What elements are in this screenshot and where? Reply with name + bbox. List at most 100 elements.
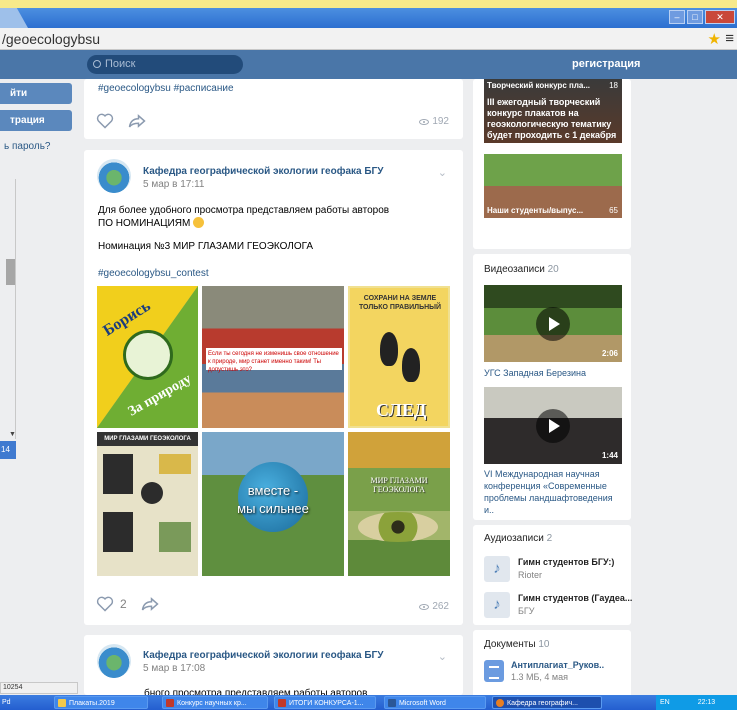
top-strip	[0, 0, 737, 8]
search-icon	[93, 60, 101, 68]
music-note-icon[interactable]: ♪	[484, 592, 510, 618]
avatar[interactable]	[97, 644, 131, 678]
tile-block	[159, 454, 191, 474]
post-tags[interactable]: #geoecologybsu #расписание	[98, 83, 234, 94]
video-title[interactable]: VI Международная научная конференция «Со…	[484, 468, 624, 516]
post-author[interactable]: Кафедра географической экологии геофака …	[143, 166, 383, 177]
status-bar: 10254	[0, 682, 78, 694]
share-icon[interactable]	[128, 114, 146, 128]
track-artist[interactable]: БГУ	[518, 606, 535, 616]
search-placeholder: Поиск	[105, 58, 136, 70]
close-button[interactable]: ✕	[705, 10, 735, 24]
taskbar-label: ИТОГИ КОНКУРСА-1...	[289, 700, 364, 707]
eye-image	[358, 512, 438, 542]
collage-image[interactable]: МИР ГЛАЗАМИ ГЕОЭКОЛОГА	[348, 432, 450, 576]
browser-menu-icon[interactable]: ≡	[725, 30, 734, 47]
document-item[interactable]: Антиплагиат_Руков.. 1.3 МБ, 4 мая	[484, 660, 624, 690]
post-date[interactable]: 5 мар в 17:11	[143, 179, 205, 190]
taskbar-item[interactable]: ИТОГИ КОНКУРСА-1...	[274, 696, 376, 709]
tile-text: СОХРАНИ НА ЗЕМЛЕ ТОЛЬКО ПРАВИЛЬНЫЙ	[358, 295, 442, 311]
video-thumbnail[interactable]: 2:06	[484, 285, 622, 362]
collage-image[interactable]: Борись За природу	[97, 286, 198, 428]
taskbar-item[interactable]: Плакаты.2019	[54, 696, 148, 709]
post-text-span: ПО НОМИНАЦИЯМ	[98, 218, 191, 229]
taskbar-item[interactable]: Кафедра географич...	[492, 696, 602, 709]
section-title: Документы	[484, 639, 536, 650]
taskbar-label: Конкурс научных кр...	[177, 700, 247, 707]
audio-track[interactable]: ♪ Гимн студентов (Гаудеа... БГУ	[484, 592, 632, 620]
minimize-button[interactable]: ‒	[669, 10, 685, 24]
music-note-icon[interactable]: ♪	[484, 556, 510, 582]
post-tags[interactable]: #geoecologybsu_contest	[98, 267, 209, 280]
eye-icon	[419, 603, 430, 610]
taskbar-item[interactable]: Microsoft Word	[384, 696, 486, 709]
post-actions: 2	[96, 596, 159, 612]
window-controls: ‒ □ ✕	[669, 10, 735, 24]
section-title: Видеозаписи	[484, 264, 545, 275]
word-icon	[388, 699, 396, 707]
post-actions	[96, 113, 146, 129]
views-count: 262	[432, 601, 449, 612]
footprint-icon	[402, 348, 420, 382]
videos-header[interactable]: Видеозаписи 20	[484, 264, 559, 275]
document-icon	[484, 660, 504, 682]
video-thumbnail[interactable]: 1:44	[484, 387, 622, 464]
post-author[interactable]: Кафедра географической экологии геофака …	[143, 650, 383, 661]
photo-album[interactable]: III ежегодный творческий конкурс плакато…	[484, 79, 622, 143]
play-icon[interactable]	[536, 307, 570, 341]
collage-image[interactable]: МИР ГЛАЗАМИ ГЕОЭКОЛОГА	[97, 432, 198, 576]
collage-image[interactable]: вместе - мы сильнее	[202, 432, 344, 576]
album-overlay-text: III ежегодный творческий конкурс плакато…	[487, 97, 617, 140]
url-text[interactable]: /geoecologybsu	[2, 31, 100, 47]
track-name: Гимн студентов (Гаудеа...	[518, 593, 633, 603]
scroll-down-icon[interactable]: ▼	[9, 431, 16, 438]
powerpoint-icon	[166, 699, 174, 707]
post-text: Для более удобного просмотра представляе…	[98, 204, 389, 230]
browser-tab[interactable]	[0, 8, 28, 28]
video-duration: 1:44	[601, 451, 618, 460]
bookmark-star-icon[interactable]: ★	[708, 30, 721, 48]
avatar[interactable]	[97, 159, 131, 193]
section-count: 20	[547, 264, 559, 275]
chevron-down-icon[interactable]: ⌄	[438, 650, 447, 663]
smile-emoji-icon	[193, 217, 205, 228]
scrollbar-thumb[interactable]	[6, 259, 15, 285]
address-bar[interactable]: /geoecologybsu ★ ≡	[0, 28, 737, 50]
post-nomination: Номинация №3 МИР ГЛАЗАМИ ГЕОЭКОЛОГА	[98, 241, 314, 252]
audio-header[interactable]: Аудиозаписи 2	[484, 533, 552, 544]
like-count: 2	[120, 597, 127, 611]
divider	[15, 179, 16, 439]
documents-header[interactable]: Документы 10	[484, 639, 549, 650]
tile-text: вместе - мы сильнее	[202, 482, 344, 518]
taskbar-item[interactable]: Конкурс научных кр...	[162, 696, 268, 709]
share-icon[interactable]	[141, 597, 159, 611]
post-text-line: Для более удобного просмотра представляе…	[98, 205, 390, 216]
like-icon[interactable]	[96, 596, 114, 612]
language-indicator[interactable]: EN	[660, 699, 670, 706]
photo-album[interactable]: Наши студенты/выпус... 65	[484, 154, 622, 218]
post-date[interactable]: 5 мар в 17:08	[143, 663, 205, 674]
login-button[interactable]: йти	[0, 83, 72, 104]
audio-block: Аудиозаписи 2 ♪ Гимн студентов БГУ:) Rio…	[473, 525, 632, 625]
section-count: 10	[538, 639, 550, 650]
start-button[interactable]: Pd	[0, 695, 20, 710]
register-link[interactable]: регистрация	[572, 58, 640, 70]
chevron-down-icon[interactable]: ⌄	[438, 166, 447, 179]
audio-track[interactable]: ♪ Гимн студентов БГУ:) Rioter	[484, 556, 624, 584]
collage-image[interactable]: СОХРАНИ НА ЗЕМЛЕ ТОЛЬКО ПРАВИЛЬНЫЙ СЛЕД	[348, 286, 450, 428]
play-icon[interactable]	[536, 409, 570, 443]
forgot-password-link[interactable]: ь пароль?	[4, 141, 50, 152]
track-artist[interactable]: Rioter	[518, 570, 542, 580]
album-caption: Наши студенты/выпус...	[487, 206, 584, 215]
maximize-button[interactable]: □	[687, 10, 703, 24]
register-button[interactable]: трация	[0, 110, 72, 131]
counter-badge: 14	[0, 441, 16, 459]
clock[interactable]: 22:13	[698, 699, 716, 706]
video-title[interactable]: УГС Западная Березина	[484, 367, 624, 379]
taskbar-label: Плакаты.2019	[69, 700, 115, 707]
collage-image[interactable]: Если ты сегодня не изменишь свое отношен…	[202, 286, 344, 428]
tile-text-line: мы сильнее	[237, 501, 309, 516]
document-name[interactable]: Антиплагиат_Руков..	[511, 660, 604, 670]
search-input[interactable]: Поиск	[87, 55, 243, 74]
like-icon[interactable]	[96, 113, 114, 129]
